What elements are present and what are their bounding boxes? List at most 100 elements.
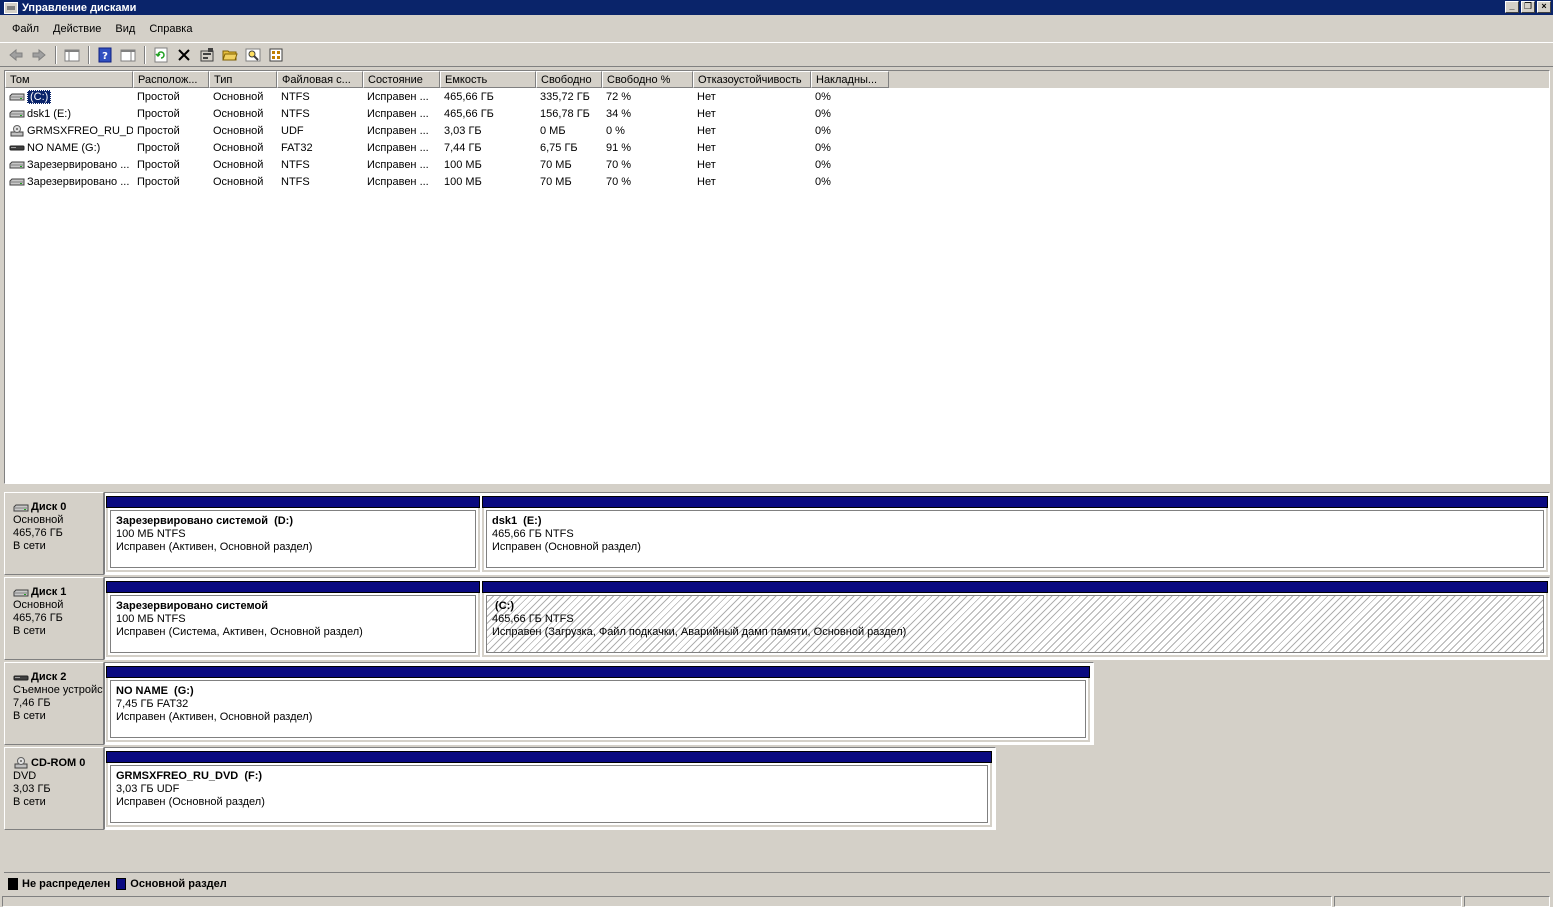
disk-label[interactable]: Диск 0 Основной 465,76 ГБ В сети bbox=[4, 492, 104, 575]
disk-name: Диск 0 bbox=[13, 501, 103, 514]
disk-row: CD-ROM 0 DVD 3,03 ГБ В сети GRMSXFREO_RU_DVD… bbox=[4, 747, 1550, 832]
menu-help[interactable]: Справка bbox=[142, 23, 199, 35]
disk-partitions-area: NO NAME (G:) 7,45 ГБ FAT32 Исправен (Актив… bbox=[104, 662, 1094, 745]
disk-state: В сети bbox=[13, 540, 46, 552]
disk-name: Диск 1 bbox=[13, 586, 103, 599]
type-cell: Основной bbox=[213, 158, 264, 171]
column-header-overhead[interactable]: Накладны... bbox=[811, 71, 889, 88]
partition-block[interactable]: GRMSXFREO_RU_DVD (F:) 3,03 ГБ UDF Исправен… bbox=[106, 751, 992, 827]
status-cell: Исправен ... bbox=[367, 124, 429, 137]
column-header-volume[interactable]: Том bbox=[5, 71, 133, 88]
capacity-cell: 7,44 ГБ bbox=[444, 141, 482, 154]
window-title: Управление дисками bbox=[22, 1, 137, 14]
hdd-icon bbox=[9, 92, 27, 102]
disk-label[interactable]: CD-ROM 0 DVD 3,03 ГБ В сети bbox=[4, 747, 104, 830]
hdd-icon bbox=[9, 160, 27, 170]
layout-cell: Простой bbox=[137, 90, 180, 103]
table-row[interactable]: (C:) Простой Основной NTFS Исправен ... 465,6… bbox=[5, 88, 1549, 105]
partition-block[interactable]: Зарезервировано системой 100 МБ NTFS Испра… bbox=[106, 581, 480, 657]
partition-status: Исправен (Активен, Основной раздел) bbox=[116, 711, 313, 723]
filesystem-cell: NTFS bbox=[281, 107, 310, 120]
legend-swatch bbox=[8, 877, 18, 890]
table-row[interactable]: dsk1 (E:) Простой Основной NTFS Исправен ...… bbox=[5, 105, 1549, 122]
help-icon[interactable]: ? bbox=[94, 45, 116, 65]
disk-management-app-icon[interactable] bbox=[4, 1, 18, 14]
column-header-status[interactable]: Состояние bbox=[363, 71, 440, 88]
partition-size: 100 МБ NTFS bbox=[116, 528, 186, 540]
free-space-cell: 70 МБ bbox=[540, 175, 572, 188]
partition-size: 7,45 ГБ FAT32 bbox=[116, 698, 189, 710]
filesystem-cell: NTFS bbox=[281, 175, 310, 188]
column-header-type[interactable]: Тип bbox=[209, 71, 277, 88]
column-header-free-percent[interactable]: Свободно % bbox=[602, 71, 693, 88]
partition-status: Исправен (Система, Активен, Основной раз… bbox=[116, 626, 363, 638]
partition-title: Зарезервировано системой bbox=[116, 600, 268, 612]
partition-details: GRMSXFREO_RU_DVD (F:) 3,03 ГБ UDF Исправен… bbox=[110, 765, 988, 823]
partition-block[interactable]: Зарезервировано системой (D:) 100 МБ NTFS… bbox=[106, 496, 480, 572]
table-row[interactable]: Зарезервировано ... Простой Основной NTFS Ис… bbox=[5, 156, 1549, 173]
disk-kind: DVD bbox=[13, 770, 37, 782]
action-pane-icon[interactable] bbox=[117, 45, 139, 65]
column-header-capacity[interactable]: Емкость bbox=[440, 71, 536, 88]
column-header-filesystem[interactable]: Файловая с... bbox=[277, 71, 363, 88]
disk-state: В сети bbox=[13, 625, 46, 637]
legend: Не распределен Основной раздел bbox=[4, 872, 1550, 894]
disk-name-text: Диск 2 bbox=[31, 671, 67, 683]
partition-title: (C:) bbox=[492, 600, 514, 612]
type-cell: Основной bbox=[213, 141, 264, 154]
partition-status: Исправен (Загрузка, Файл подкачки, Авари… bbox=[492, 626, 907, 638]
console-tree-icon[interactable] bbox=[61, 45, 83, 65]
filesystem-cell: FAT32 bbox=[281, 141, 313, 154]
partition-details: dsk1 (E:) 465,66 ГБ NTFS Исправен (Основно… bbox=[486, 510, 1544, 568]
volume-name-text: Зарезервировано ... bbox=[27, 175, 130, 188]
minimize-button[interactable]: _ bbox=[1505, 1, 1519, 13]
table-row[interactable]: Зарезервировано ... Простой Основной NTFS Ис… bbox=[5, 173, 1549, 190]
overhead-cell: 0% bbox=[815, 175, 831, 188]
partition-block[interactable]: (C:) 465,66 ГБ NTFS Исправен (Загрузка, Фа… bbox=[482, 581, 1548, 657]
column-header-layout[interactable]: Располож... bbox=[133, 71, 209, 88]
forward-arrow-icon[interactable] bbox=[28, 45, 50, 65]
type-cell: Основной bbox=[213, 90, 264, 103]
svg-text:?: ? bbox=[102, 51, 108, 62]
disk-name-text: Диск 0 bbox=[31, 501, 67, 513]
search-icon[interactable] bbox=[242, 45, 264, 65]
disk-kind: Съемное устройство bbox=[13, 684, 103, 696]
restore-button[interactable]: ❐ bbox=[1521, 1, 1535, 13]
partition-block[interactable]: NO NAME (G:) 7,45 ГБ FAT32 Исправен (Актив… bbox=[106, 666, 1090, 742]
free-space-cell: 70 МБ bbox=[540, 158, 572, 171]
open-folder-icon[interactable] bbox=[219, 45, 241, 65]
volume-list[interactable]: Том Располож... Тип Файловая с... Состоя… bbox=[4, 70, 1550, 484]
column-header-fault-tolerance[interactable]: Отказоустойчивость bbox=[693, 71, 811, 88]
status-cell: Исправен ... bbox=[367, 141, 429, 154]
properties-icon[interactable] bbox=[196, 45, 218, 65]
column-header-free-space[interactable]: Свободно bbox=[536, 71, 602, 88]
partition-block[interactable]: dsk1 (E:) 465,66 ГБ NTFS Исправен (Основно… bbox=[482, 496, 1548, 572]
overhead-cell: 0% bbox=[815, 141, 831, 154]
export-list-icon[interactable] bbox=[265, 45, 287, 65]
partition-size: 3,03 ГБ UDF bbox=[116, 783, 180, 795]
back-arrow-icon[interactable] bbox=[5, 45, 27, 65]
menu-action[interactable]: Действие bbox=[46, 23, 108, 35]
table-row[interactable]: NO NAME (G:) Простой Основной FAT32 Исправен… bbox=[5, 139, 1549, 156]
title-bar: Управление дисками _ ❐ × bbox=[0, 0, 1553, 15]
disk-label[interactable]: Диск 2Съемное устройство7,46 ГБВ сети bbox=[4, 662, 104, 745]
partition-type-bar bbox=[106, 666, 1090, 678]
volume-name-cell: (C:) bbox=[5, 89, 133, 104]
menu-file[interactable]: Файл bbox=[5, 23, 46, 35]
free-percent-cell: 72 % bbox=[606, 90, 632, 103]
layout-cell: Простой bbox=[137, 158, 180, 171]
disk-kind: Основной bbox=[13, 599, 64, 611]
menu-view[interactable]: Вид bbox=[108, 23, 142, 35]
delete-icon[interactable] bbox=[173, 45, 195, 65]
capacity-cell: 465,66 ГБ bbox=[444, 107, 494, 120]
close-button[interactable]: × bbox=[1537, 1, 1551, 13]
volume-list-body: (C:) Простой Основной NTFS Исправен ... 465,6… bbox=[5, 88, 1549, 190]
disk-label[interactable]: Диск 1 Основной 465,76 ГБ В сети bbox=[4, 577, 104, 660]
refresh-icon[interactable] bbox=[150, 45, 172, 65]
table-row[interactable]: GRMSXFREO_RU_D... Простой Основной UDF Испра… bbox=[5, 122, 1549, 139]
partition-title: NO NAME (G:) bbox=[116, 685, 194, 697]
disk-name-text: CD-ROM 0 bbox=[31, 756, 86, 769]
hdd-icon bbox=[9, 177, 27, 187]
disk-name: CD-ROM 0 bbox=[13, 756, 103, 770]
free-percent-cell: 70 % bbox=[606, 158, 632, 171]
